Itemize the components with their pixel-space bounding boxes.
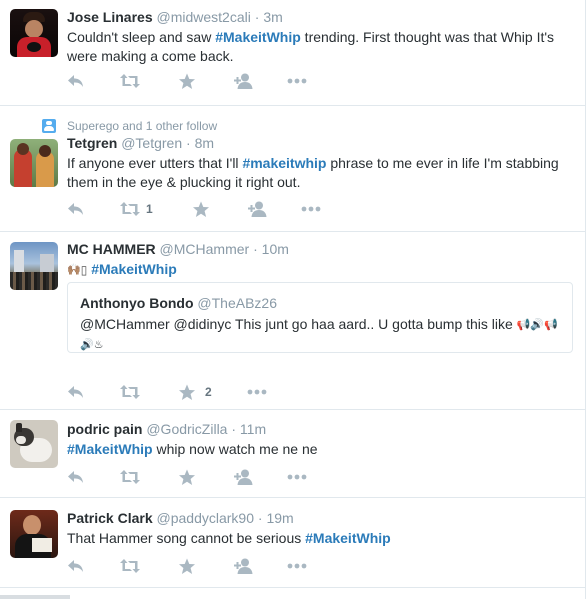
hashtag-link[interactable]: #MakeitWhip [305, 530, 391, 546]
quoted-tweet-header: Anthonyo Bondo @TheABz26 [80, 293, 560, 313]
author-name[interactable]: Jose Linares [67, 9, 153, 25]
social-context-label[interactable]: Superego and 1 other follow [67, 118, 217, 134]
avatar[interactable] [10, 9, 58, 57]
follow-icon [248, 201, 267, 217]
more-icon [247, 389, 267, 395]
author-name[interactable]: podric pain [67, 421, 142, 437]
separator: · [257, 510, 263, 526]
mention-link[interactable]: @MCHammer [80, 316, 170, 332]
tweet-text: If anyone ever utters that I'll #makeitw… [67, 154, 574, 192]
retweet-icon [120, 470, 140, 484]
timestamp[interactable]: 3m [263, 9, 282, 25]
more-icon [287, 563, 307, 569]
avatar[interactable] [10, 510, 58, 558]
tweet-text: #MakeitWhip whip now watch me ne ne [67, 440, 574, 459]
author-name[interactable]: MC HAMMER [67, 241, 156, 257]
separator: · [186, 135, 191, 151]
author-name[interactable]: Tetgren [67, 135, 117, 151]
author-name[interactable]: Patrick Clark [67, 510, 153, 526]
tweet-header: Jose Linares @midwest2cali · 3m [67, 7, 574, 27]
favorite-icon [179, 73, 195, 89]
hashtag-link[interactable]: #makeitwhip [242, 155, 326, 171]
mention-link[interactable]: @didinyc [174, 316, 232, 332]
author-handle[interactable]: @MCHammer [160, 241, 250, 257]
tweet-actions [67, 556, 327, 576]
quoted-tweet-text: @MCHammer @didinyc This junt go haa aard… [80, 315, 565, 355]
tweet[interactable]: Patrick Clark @paddyclark90 · 19m That H… [0, 498, 586, 588]
tweet-header: Tetgren @Tetgren · 8m [67, 133, 574, 153]
retweet-icon [120, 559, 140, 573]
follow-icon [234, 558, 253, 574]
tweet-text-part: whip now watch me ne ne [152, 441, 318, 457]
tweet-actions [67, 71, 327, 91]
more-icon [287, 474, 307, 480]
tweet-text: That Hammer song cannot be serious #Make… [67, 529, 574, 548]
retweet-icon [120, 385, 140, 399]
separator: · [231, 421, 237, 437]
quoted-author-name[interactable]: Anthonyo Bondo [80, 295, 194, 311]
separator: · [254, 9, 260, 25]
timestamp[interactable]: 11m [240, 421, 266, 437]
tweet-text-part: That Hammer song cannot be serious [67, 530, 306, 546]
retweet-icon [120, 74, 140, 88]
avatar[interactable] [10, 420, 58, 468]
author-handle[interactable]: @Tetgren [121, 135, 182, 151]
tweet-header: Patrick Clark @paddyclark90 · 19m [67, 508, 574, 528]
quoted-tweet[interactable]: Anthonyo Bondo @TheABz26 @MCHammer @didi… [67, 282, 573, 353]
tweet-text-part: If anyone ever utters that I'll [67, 155, 243, 171]
tweet[interactable]: Jose Linares @midwest2cali · 3m Couldn't… [0, 0, 586, 106]
separator: · [253, 241, 258, 257]
quoted-author-handle[interactable]: @TheABz26 [197, 295, 277, 311]
reply-icon [68, 203, 83, 215]
more-icon [301, 206, 321, 212]
hashtag-link[interactable]: #MakeitWhip [215, 29, 301, 45]
megaphone-emoji: 📢🔊📢 [516, 319, 558, 331]
favorite-icon [193, 201, 209, 217]
reply-icon [68, 75, 83, 87]
avatar[interactable] [10, 139, 58, 187]
tweet-actions [67, 467, 327, 487]
author-handle[interactable]: @GodricZilla [146, 421, 227, 437]
retweet-count: 1 [146, 202, 153, 216]
hashtag-link[interactable]: #MakeitWhip [67, 441, 153, 457]
unsupported-glyph: ▯ [80, 263, 88, 277]
tweet-actions: 2 [67, 382, 327, 402]
tweet[interactable]: MC HAMMER @MCHammer · 10m 🙌🏽▯ #MakeitWhi… [0, 232, 586, 410]
favorite-count: 2 [205, 385, 212, 399]
timestamp[interactable]: 10m [262, 241, 289, 257]
raised-hands-emoji: 🙌🏽 [67, 264, 81, 276]
favorite-icon [179, 558, 195, 574]
tweet-text-part: Couldn't sleep and saw [67, 29, 216, 45]
favorite-icon [179, 384, 195, 400]
tweet-header: podric pain @GodricZilla · 11m [67, 419, 574, 439]
follow-context-icon [42, 119, 56, 133]
quoted-text-part: This junt go haa aard.. U gotta bump thi… [231, 316, 517, 332]
follow-icon [234, 469, 253, 485]
reply-icon [68, 560, 83, 572]
timestamp[interactable]: 19m [266, 510, 293, 526]
author-handle[interactable]: @paddyclark90 [157, 510, 255, 526]
tweet-text: 🙌🏽▯ #MakeitWhip [67, 260, 574, 280]
reply-icon [68, 471, 83, 483]
hashtag-link[interactable]: #MakeitWhip [91, 261, 177, 277]
tweet[interactable]: podric pain @GodricZilla · 11m #MakeitWh… [0, 410, 586, 498]
tweet-header: MC HAMMER @MCHammer · 10m [67, 239, 574, 259]
tweet-text: Couldn't sleep and saw #MakeitWhip trend… [67, 28, 574, 66]
avatar[interactable] [10, 242, 58, 290]
follow-icon [234, 73, 253, 89]
more-icon [287, 78, 307, 84]
speaker-emoji: 🔊♨ [80, 339, 104, 351]
favorite-icon [179, 469, 195, 485]
author-handle[interactable]: @midwest2cali [157, 9, 251, 25]
timestamp[interactable]: 8m [195, 135, 214, 151]
tweet-actions: 1 [67, 199, 327, 219]
scroll-edge [0, 595, 70, 599]
reply-icon [68, 386, 83, 398]
tweet[interactable]: Superego and 1 other follow Tetgren @Tet… [0, 106, 586, 232]
timeline: Jose Linares @midwest2cali · 3m Couldn't… [0, 0, 586, 599]
retweet-icon [120, 202, 140, 216]
